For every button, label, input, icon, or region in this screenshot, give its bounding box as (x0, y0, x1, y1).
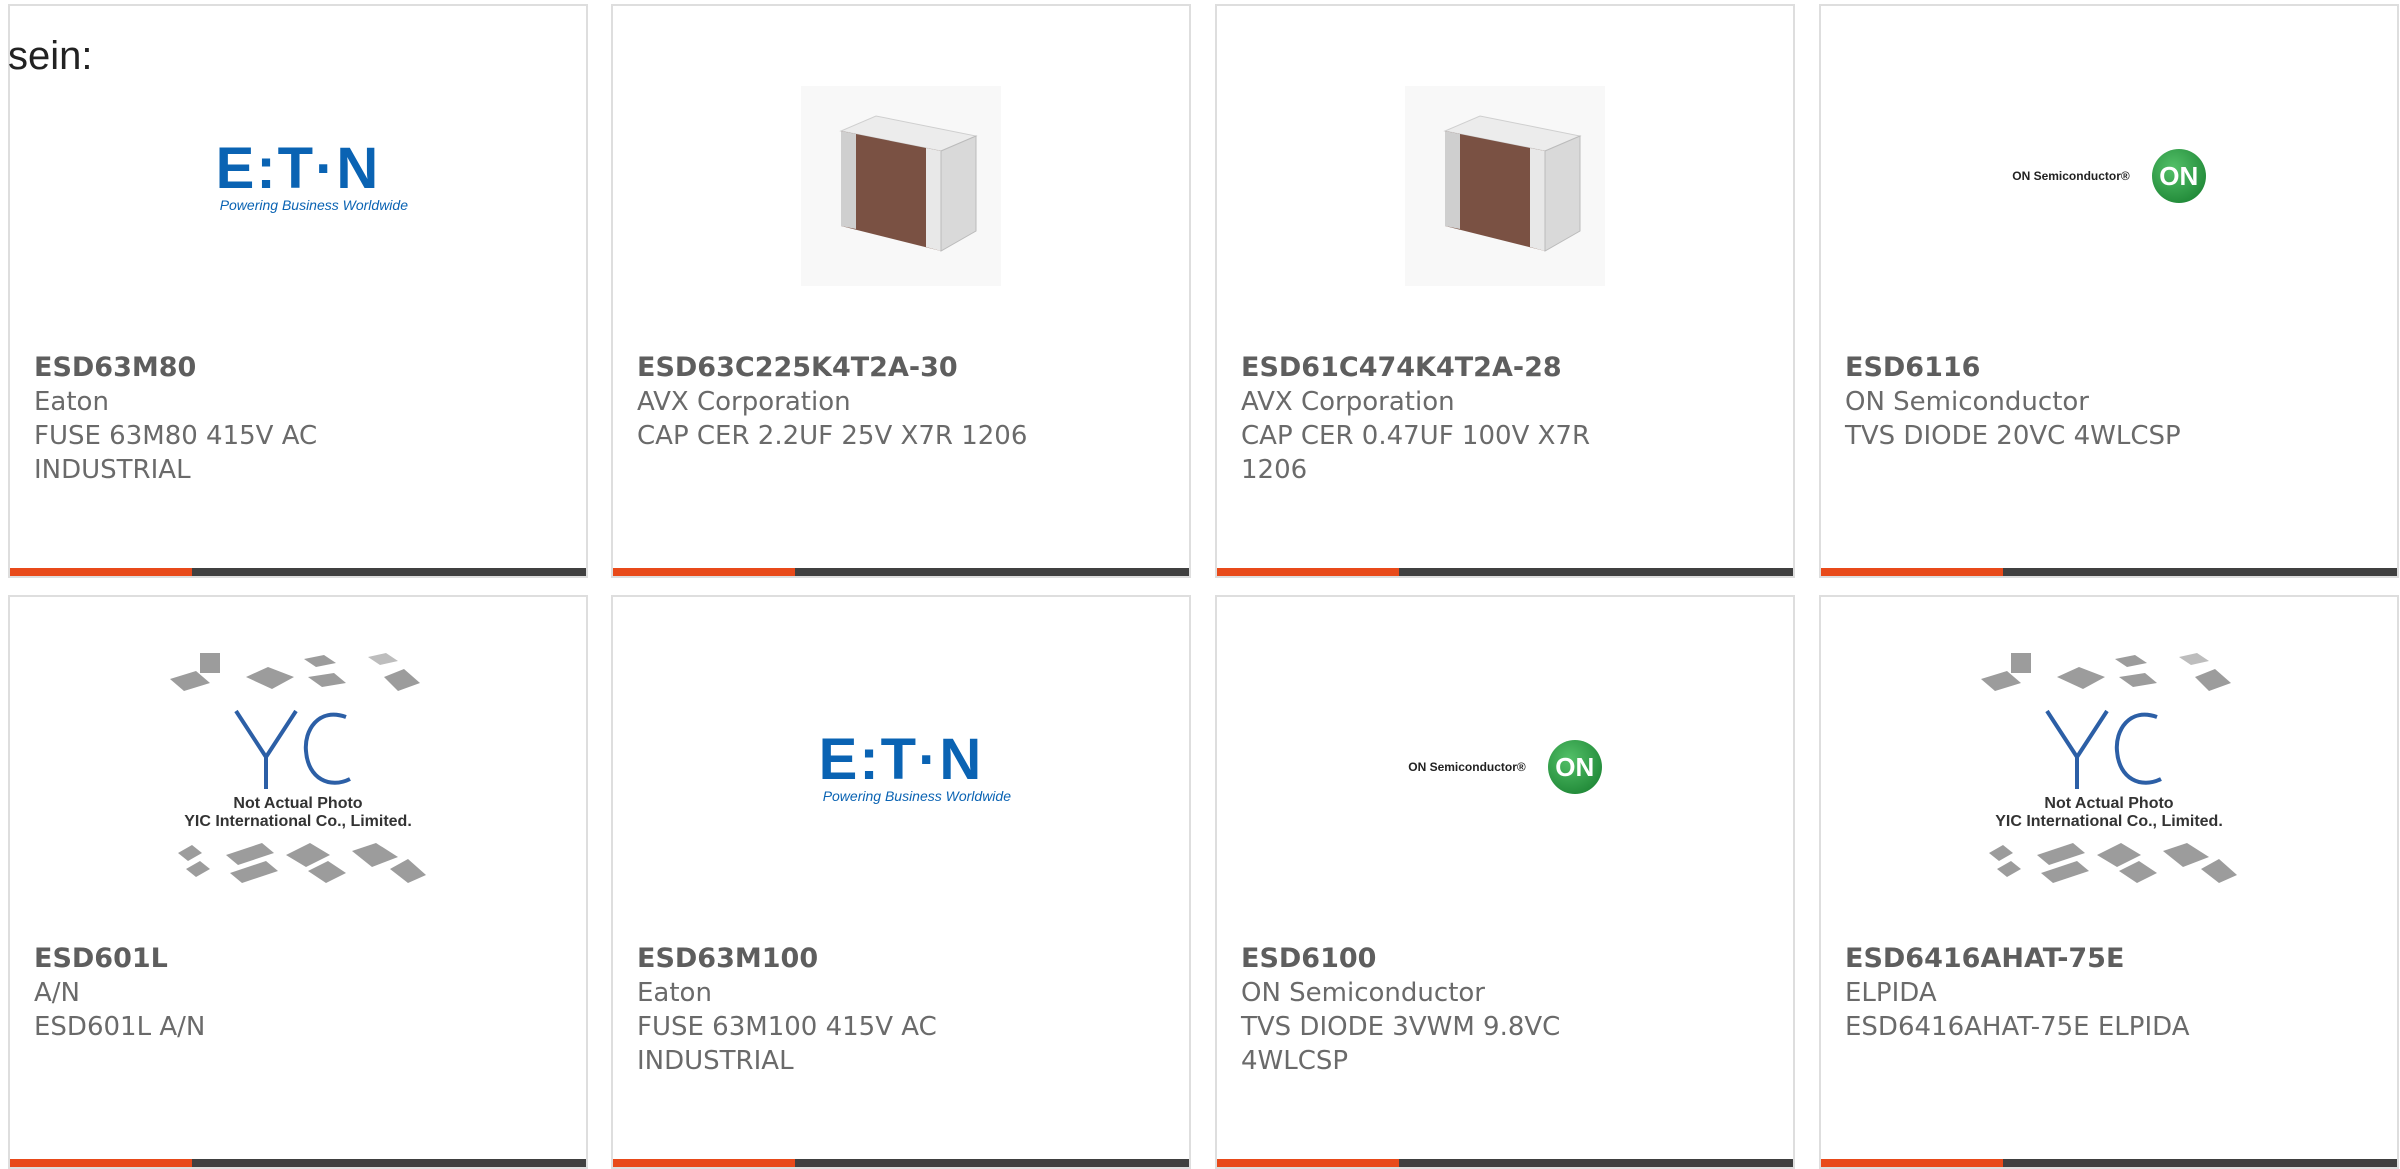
card-bar-accent (613, 568, 795, 576)
manufacturer: ELPIDA (1845, 978, 1937, 1008)
product-card[interactable]: E:T·N Powering Business Worldwide ESD63M… (8, 4, 588, 578)
manufacturer: Eaton (637, 978, 712, 1008)
yic-placeholder-image: Not Actual Photo YIC International Co., … (1969, 647, 2249, 887)
product-image (613, 66, 1189, 306)
product-card[interactable]: ON Semiconductor® ON ESD6100 ON Semicond… (1215, 595, 1795, 1169)
yic-caption-1: Not Actual Photo (2044, 795, 2174, 812)
eaton-logo-tagline: Powering Business Worldwide (219, 197, 408, 213)
part-number[interactable]: ESD63M100 (637, 942, 1169, 976)
card-bar-accent (1217, 1159, 1399, 1167)
card-bar (1217, 568, 1793, 576)
product-image: ON Semiconductor® ON (1217, 647, 1793, 887)
card-bar-accent (1217, 568, 1399, 576)
product-image (1217, 66, 1793, 306)
manufacturer: AVX Corporation (637, 387, 851, 417)
yic-caption-1: Not Actual Photo (233, 795, 363, 812)
eaton-logo-wordmark: E:T·N (215, 136, 381, 201)
eaton-logo: E:T·N Powering Business Worldwide (188, 136, 408, 214)
manufacturer: AVX Corporation (1241, 387, 1455, 417)
product-card[interactable]: ESD61C474K4T2A-28 AVX Corporation CAP CE… (1215, 4, 1795, 578)
onsemi-logo-badge: ON (2151, 149, 2206, 203)
description: TVS DIODE 3VWM 9.8VC 4WLCSP (1241, 1012, 1561, 1076)
product-image: Not Actual Photo YIC International Co., … (10, 647, 586, 887)
product-card[interactable]: Not Actual Photo YIC International Co., … (8, 595, 588, 1169)
onsemi-logo-text: ON Semiconductor® (1408, 760, 1526, 774)
description: CAP CER 0.47UF 100V X7R 1206 (1241, 421, 1591, 485)
card-bar (1217, 1159, 1793, 1167)
card-bar-accent (1821, 568, 2003, 576)
product-image: E:T·N Powering Business Worldwide (10, 56, 586, 296)
card-bar-accent (10, 1159, 192, 1167)
part-number[interactable]: ESD6100 (1241, 942, 1773, 976)
card-bar (10, 568, 586, 576)
product-card[interactable]: E:T·N Powering Business Worldwide ESD63M… (611, 595, 1191, 1169)
eaton-logo-tagline: Powering Business Worldwide (822, 788, 1011, 804)
part-number[interactable]: ESD61C474K4T2A-28 (1241, 351, 1773, 385)
on-semiconductor-logo: ON Semiconductor® ON (1408, 740, 1602, 794)
part-number[interactable]: ESD63M80 (34, 351, 566, 385)
manufacturer: A/N (34, 978, 80, 1008)
yic-caption-2: YIC International Co., Limited. (1995, 813, 2223, 830)
product-image: E:T·N Powering Business Worldwide (613, 647, 1189, 887)
eaton-logo: E:T·N Powering Business Worldwide (791, 727, 1011, 805)
manufacturer: ON Semiconductor (1845, 387, 2089, 417)
product-image: Not Actual Photo YIC International Co., … (1821, 647, 2397, 887)
description: FUSE 63M100 415V AC INDUSTRIAL (637, 1012, 937, 1076)
intro-text: sein: (8, 34, 93, 78)
card-bar (613, 1159, 1189, 1167)
card-bar-accent (613, 1159, 795, 1167)
product-card[interactable]: ESD63C225K4T2A-30 AVX Corporation CAP CE… (611, 4, 1191, 578)
on-semiconductor-logo: ON Semiconductor® ON (2012, 149, 2206, 203)
card-bar (10, 1159, 586, 1167)
onsemi-logo-badge: ON (1547, 740, 1602, 794)
part-number[interactable]: ESD6116 (1845, 351, 2377, 385)
part-number[interactable]: ESD63C225K4T2A-30 (637, 351, 1169, 385)
description: CAP CER 2.2UF 25V X7R 1206 (637, 421, 1028, 451)
eaton-logo-wordmark: E:T·N (818, 727, 984, 792)
yic-caption-2: YIC International Co., Limited. (184, 813, 412, 830)
ceramic-capacitor-photo (801, 86, 1001, 286)
part-number[interactable]: ESD6416AHAT-75E (1845, 942, 2377, 976)
yic-placeholder-image: Not Actual Photo YIC International Co., … (158, 647, 438, 887)
product-image: ON Semiconductor® ON (1821, 56, 2397, 296)
part-number[interactable]: ESD601L (34, 942, 566, 976)
ceramic-capacitor-photo (1405, 86, 1605, 286)
description: FUSE 63M80 415V AC INDUSTRIAL (34, 421, 318, 485)
card-bar-accent (1821, 1159, 2003, 1167)
manufacturer: Eaton (34, 387, 109, 417)
description: ESD6416AHAT-75E ELPIDA (1845, 1012, 2190, 1042)
card-bar-accent (10, 568, 192, 576)
manufacturer: ON Semiconductor (1241, 978, 1485, 1008)
description: TVS DIODE 20VC 4WLCSP (1845, 421, 2181, 451)
product-card[interactable]: Not Actual Photo YIC International Co., … (1819, 595, 2399, 1169)
chip-icons-graphic (1981, 653, 2237, 883)
card-bar (613, 568, 1189, 576)
card-bar (1821, 1159, 2397, 1167)
card-bar (1821, 568, 2397, 576)
product-card[interactable]: ON Semiconductor® ON ESD6116 ON Semicond… (1819, 4, 2399, 578)
onsemi-logo-text: ON Semiconductor® (2012, 169, 2130, 183)
chip-icons-graphic (170, 653, 426, 883)
description: ESD601L A/N (34, 1012, 206, 1042)
